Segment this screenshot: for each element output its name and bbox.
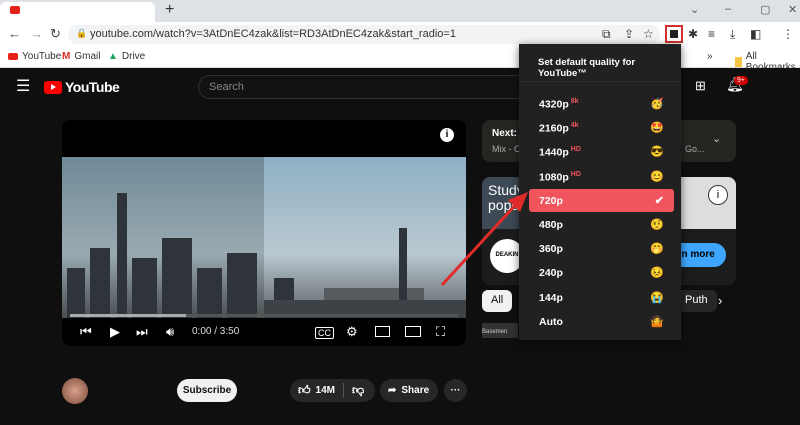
create-video-icon[interactable]: ⊞ xyxy=(695,78,706,94)
bookmark-gmail[interactable]: M Gmail xyxy=(62,51,100,62)
quality-option-240p[interactable]: 240p 😣 xyxy=(529,261,674,284)
emoji-icon: 🤷 xyxy=(650,315,664,328)
video-frame-right xyxy=(264,157,466,318)
close-icon[interactable]: ✕ xyxy=(788,3,797,16)
fullscreen-icon[interactable]: ⛶ xyxy=(436,324,445,340)
emoji-icon: 🤨 xyxy=(650,219,664,231)
extensions-puzzle-icon[interactable]: ✱ xyxy=(688,27,698,41)
quality-extension-button[interactable] xyxy=(665,25,683,43)
emoji-icon: 😊 xyxy=(650,170,664,183)
miniplayer-icon[interactable] xyxy=(375,326,390,337)
checkmark-icon: ✔ xyxy=(654,194,664,207)
emoji-icon: 😎 xyxy=(650,146,664,159)
youtube-icon xyxy=(8,53,18,60)
hamburger-menu-icon[interactable]: ☰ xyxy=(16,76,30,96)
reading-list-icon[interactable]: ≡ xyxy=(708,27,715,41)
youtube-logo[interactable]: YouTube xyxy=(44,79,120,95)
emoji-icon: 😭 xyxy=(650,291,664,304)
tab-search-icon[interactable]: ⌄ xyxy=(690,3,699,16)
folder-icon xyxy=(735,57,742,67)
menu-icon[interactable]: ⋮ xyxy=(782,27,794,41)
chip-puth[interactable]: Puth xyxy=(676,290,717,312)
share-arrow-icon: ➦ xyxy=(388,385,397,396)
youtube-favicon-icon xyxy=(10,6,20,14)
extension-icon xyxy=(670,30,678,38)
like-count[interactable]: 14M xyxy=(316,385,335,396)
star-icon[interactable]: ☆ xyxy=(643,27,654,41)
tab-youtube[interactable] xyxy=(0,2,155,22)
popup-title: Set default quality for YouTube™ xyxy=(538,57,636,79)
side-panel-icon[interactable]: ◧ xyxy=(750,27,761,41)
subscribe-button[interactable]: Subscribe xyxy=(177,379,237,402)
quality-option-auto[interactable]: Auto 🤷 xyxy=(529,310,674,333)
quality-tag: 4k xyxy=(570,122,579,130)
like-icon[interactable]: 👍︎ xyxy=(298,383,311,398)
quality-tag: 8k xyxy=(570,98,579,105)
quality-popup: Set default quality for YouTube™ 4320p 8k… xyxy=(519,44,681,340)
url-text[interactable]: youtube.com/watch?v=3AtDnEC4zak&list=RD3… xyxy=(90,28,456,40)
emoji-icon: 🤭 xyxy=(650,243,664,256)
settings-gear-icon[interactable]: ⚙ xyxy=(346,324,358,340)
chips-next-chevron-icon[interactable]: › xyxy=(718,293,722,308)
quality-option-4320p[interactable]: 4320p 8k 🥳 xyxy=(529,92,674,115)
info-icon[interactable]: i xyxy=(440,128,454,142)
more-actions-button[interactable]: ··· xyxy=(444,379,467,402)
next-icon[interactable]: ⏭ xyxy=(136,324,148,340)
share-button[interactable]: ➦ Share xyxy=(380,379,438,402)
progress-bar[interactable] xyxy=(70,314,458,317)
volume-icon[interactable]: 🔊︎ xyxy=(166,324,174,340)
recommendation-thumbnail[interactable]: Basemen xyxy=(482,323,518,338)
quality-option-1080p[interactable]: 1080p HD 😊 xyxy=(529,165,674,188)
drive-icon: ▲ xyxy=(108,51,118,62)
reload-icon[interactable]: ↻ xyxy=(50,26,61,42)
notification-badge: 9+ xyxy=(734,76,748,85)
quality-option-480p[interactable]: 480p 🤨 xyxy=(529,213,674,236)
emoji-icon: 🤩 xyxy=(650,122,664,135)
minimize-icon[interactable]: – xyxy=(725,3,731,15)
quality-tag: HD xyxy=(570,170,581,178)
divider xyxy=(519,81,681,82)
quality-option-144p[interactable]: 144p 😭 xyxy=(529,286,674,309)
quality-option-720p[interactable]: 720p ✔ xyxy=(529,188,674,212)
gmail-icon: M xyxy=(62,51,71,62)
open-in-app-icon[interactable]: ⧉ xyxy=(602,27,611,42)
quality-tag: HD xyxy=(570,146,581,154)
like-dislike-group: 👍︎ 14M 👎︎ xyxy=(290,379,375,402)
channel-avatar[interactable] xyxy=(62,378,88,404)
restore-icon[interactable]: ▢ xyxy=(760,3,770,16)
emoji-icon: 🥳 xyxy=(650,98,664,110)
lock-icon[interactable]: 🔒 xyxy=(76,28,87,39)
quality-option-360p[interactable]: 360p 🤭 xyxy=(529,237,674,260)
ad-info-icon[interactable]: i xyxy=(708,185,728,205)
bookmarks-overflow[interactable]: » xyxy=(707,51,713,62)
back-icon[interactable]: ← xyxy=(8,26,21,41)
new-tab-button[interactable]: + xyxy=(165,1,174,19)
forward-icon[interactable]: → xyxy=(30,26,43,41)
bookmark-drive[interactable]: ▲ Drive xyxy=(108,51,145,62)
time-display: 0:00 / 3:50 xyxy=(192,326,240,337)
emoji-icon: 😣 xyxy=(650,267,664,280)
quality-option-2160p[interactable]: 2160p 4k 🤩 xyxy=(529,116,674,139)
share-icon[interactable]: ⇪ xyxy=(624,27,634,41)
dislike-icon[interactable]: 👎︎ xyxy=(352,383,364,398)
captions-icon[interactable]: CC xyxy=(315,327,334,339)
quality-option-1440p[interactable]: 1440p HD 😎 xyxy=(529,140,674,163)
search-input[interactable]: Search xyxy=(198,75,528,99)
theater-mode-icon[interactable] xyxy=(405,326,421,337)
download-icon[interactable]: ⤓ xyxy=(730,27,735,42)
previous-icon[interactable]: ⏮ xyxy=(80,324,92,340)
expand-chevron-icon[interactable]: ⌄ xyxy=(712,132,721,145)
play-icon[interactable]: ▶ xyxy=(110,324,120,340)
video-player[interactable]: i ⏮ ▶ ⏭ 🔊︎ 0:00 / 3:50 CC ⚙ ⛶ xyxy=(62,120,466,346)
chip-all[interactable]: All xyxy=(482,290,513,312)
bookmark-youtube[interactable]: YouTube xyxy=(8,51,61,62)
